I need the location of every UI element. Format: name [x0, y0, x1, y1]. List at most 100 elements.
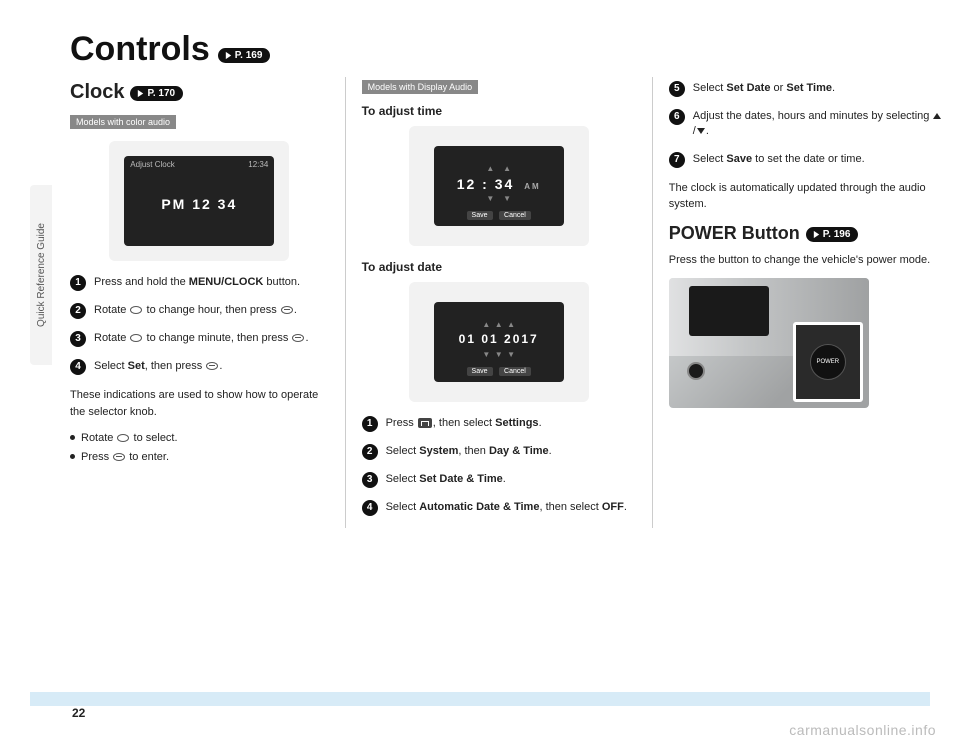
color-audio-device-image: Adjust Clock 12:34 PM 12 34 [109, 141, 289, 261]
col2-step-2: 2 Select System, then Day & Time. [362, 444, 636, 460]
title-text: Controls [70, 30, 210, 69]
col1-postnote: These indications are used to show how t… [70, 387, 329, 420]
rotate-knob-icon [117, 434, 129, 442]
bullet-dot-icon [70, 435, 75, 440]
rotate-knob-icon [130, 334, 142, 342]
screen-time: 12:34 [248, 160, 268, 169]
side-tab: Quick Reference Guide [30, 185, 52, 365]
press-knob-icon [292, 334, 304, 342]
step-number: 2 [362, 444, 378, 460]
save-btn: Save [467, 367, 493, 376]
col3-step-6: 6 Adjust the dates, hours and minutes by… [669, 109, 944, 140]
step-number: 3 [362, 472, 378, 488]
bullet-text: Rotate to select. [81, 430, 178, 447]
col2-step-3: 3 Select Set Date & Time. [362, 472, 636, 488]
step-number: 5 [669, 81, 685, 97]
adjust-date-heading: To adjust date [362, 260, 636, 274]
col3-steps: 5 Select Set Date or Set Time. 6 Adjust … [669, 81, 944, 168]
rotate-knob-icon [130, 306, 142, 314]
power-label: POWER [816, 359, 839, 365]
up-arrows-icon: ▲ ▲ [434, 164, 564, 173]
power-heading-text: POWER Button [669, 223, 800, 244]
cancel-btn: Cancel [499, 367, 531, 376]
col2-step-4: 4 Select Automatic Date & Time, then sel… [362, 500, 636, 516]
date-digits: 01 01 2017 [434, 332, 564, 346]
bullet-dot-icon [70, 454, 75, 459]
title-ref-text: P. 169 [235, 50, 263, 61]
side-tab-label: Quick Reference Guide [36, 223, 47, 327]
col1-step-4: 4 Select Set, then press . [70, 359, 329, 375]
step-text: Rotate to change minute, then press . [94, 331, 309, 346]
step-number: 1 [362, 416, 378, 432]
up-arrows-icon: ▲ ▲ ▲ [434, 320, 564, 329]
footer-accent-bar [30, 692, 930, 706]
col1-bullets: Rotate to select. Press to enter. [70, 430, 329, 465]
down-arrows-icon: ▼ ▼ ▼ [434, 350, 564, 359]
step-text: Press , then select Settings. [386, 416, 542, 431]
bullet-item: Press to enter. [70, 449, 329, 466]
model-label-display-audio: Models with Display Audio [362, 80, 479, 94]
display-audio-date-image: ▲ ▲ ▲ 01 01 2017 ▼ ▼ ▼ Save Cancel [409, 282, 589, 402]
step-text: Select Save to set the date or time. [693, 152, 865, 167]
step-text: Rotate to change hour, then press . [94, 303, 297, 318]
col1-steps: 1 Press and hold the MENU/CLOCK button. … [70, 275, 329, 375]
step-text: Select System, then Day & Time. [386, 444, 552, 459]
screen-buttons: Save Cancel [434, 209, 564, 220]
power-button-heading: POWER Button P. 196 [669, 223, 944, 244]
step-number: 4 [362, 500, 378, 516]
step-number: 1 [70, 275, 86, 291]
arrow-icon [812, 230, 821, 239]
step-text: Adjust the dates, hours and minutes by s… [693, 109, 944, 140]
screen-main-digits: PM 12 34 [124, 196, 274, 212]
clock-heading: Clock P. 170 [70, 81, 329, 104]
col1-step-3: 3 Rotate to change minute, then press . [70, 331, 329, 347]
col1-step-2: 2 Rotate to change hour, then press . [70, 303, 329, 319]
power-button-large: POWER [810, 344, 846, 380]
color-audio-screen: Adjust Clock 12:34 PM 12 34 [124, 156, 274, 246]
home-button-icon [418, 418, 432, 428]
arrow-icon [224, 51, 233, 60]
page-title: Controls P. 169 [70, 30, 960, 69]
screen-buttons: Save Cancel [434, 365, 564, 376]
press-knob-icon [281, 306, 293, 314]
clock-page-ref: P. 170 [130, 86, 183, 101]
power-subnote: Press the button to change the vehicle's… [669, 252, 944, 269]
model-label-color-audio: Models with color audio [70, 115, 176, 129]
step-number: 3 [70, 331, 86, 347]
triangle-down-icon [697, 128, 705, 134]
power-button-inset: POWER [793, 322, 863, 402]
power-button-small [687, 362, 705, 380]
step-text: Select Set, then press . [94, 359, 222, 374]
step-text: Select Set Date or Set Time. [693, 81, 835, 96]
power-ref-text: P. 196 [823, 229, 851, 240]
triangle-up-icon [933, 113, 941, 119]
clock-heading-text: Clock [70, 81, 124, 104]
down-arrows-icon: ▼ ▼ [434, 194, 564, 203]
bullet-text: Press to enter. [81, 449, 169, 466]
screen-title: Adjust Clock [130, 160, 174, 169]
step-number: 7 [669, 152, 685, 168]
step-text: Select Set Date & Time. [386, 472, 506, 487]
col3-step-5: 5 Select Set Date or Set Time. [669, 81, 944, 97]
time-digits: 12 : 34 AM [434, 176, 564, 192]
step-number: 2 [70, 303, 86, 319]
press-knob-icon [113, 453, 125, 461]
clock-ref-text: P. 170 [147, 88, 175, 99]
display-audio-date-screen: ▲ ▲ ▲ 01 01 2017 ▼ ▼ ▼ Save Cancel [434, 302, 564, 382]
col1-step-1: 1 Press and hold the MENU/CLOCK button. [70, 275, 329, 291]
power-page-ref: P. 196 [806, 227, 859, 242]
power-button-photo: POWER [669, 278, 869, 408]
title-page-ref: P. 169 [218, 48, 271, 63]
column-2: Models with Display Audio To adjust time… [346, 77, 653, 528]
col2-step-1: 1 Press , then select Settings. [362, 416, 636, 432]
save-btn: Save [467, 211, 493, 220]
cancel-btn: Cancel [499, 211, 531, 220]
display-audio-time-screen: ▲ ▲ 12 : 34 AM ▼ ▼ Save Cancel [434, 146, 564, 226]
step-number: 4 [70, 359, 86, 375]
watermark: carmanualsonline.info [789, 722, 936, 738]
col3-step-7: 7 Select Save to set the date or time. [669, 152, 944, 168]
step-number: 6 [669, 109, 685, 125]
arrow-icon [136, 89, 145, 98]
content-columns: Clock P. 170 Models with color audio Adj… [0, 77, 960, 528]
clock-auto-note: The clock is automatically updated throu… [669, 180, 944, 213]
